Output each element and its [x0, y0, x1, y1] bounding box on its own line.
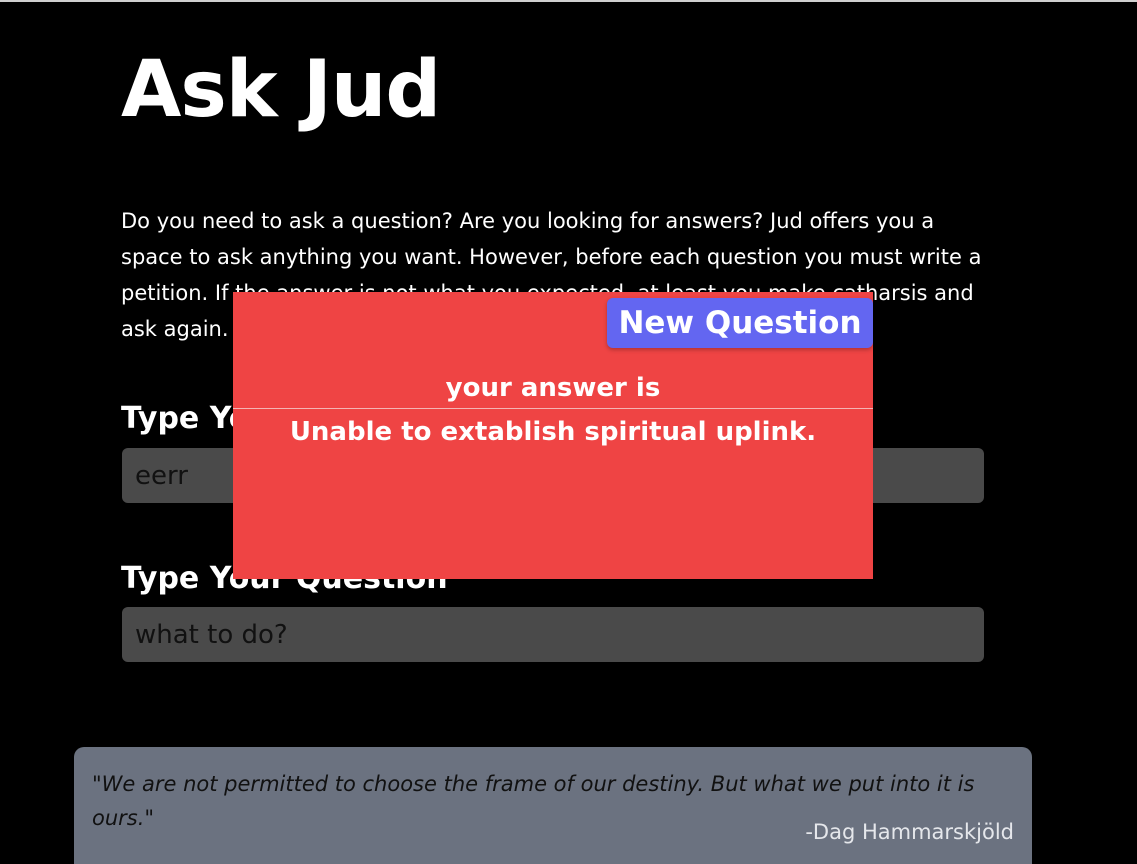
answer-modal: New Question your answer is Unable to ex… [233, 292, 873, 579]
page-title: Ask Jud [121, 45, 441, 135]
new-question-button[interactable]: New Question [607, 298, 873, 348]
quote-author: -Dag Hammarskjöld [805, 820, 1014, 844]
top-border [0, 0, 1137, 2]
answer-heading: your answer is [445, 373, 661, 403]
answer-text: Unable to extablish spiritual uplink. [289, 417, 817, 447]
modal-divider [233, 408, 873, 409]
question-input[interactable] [122, 607, 984, 662]
page: Ask Jud Do you need to ask a question? A… [0, 0, 1137, 864]
quote-box: "We are not permitted to choose the fram… [74, 747, 1032, 864]
